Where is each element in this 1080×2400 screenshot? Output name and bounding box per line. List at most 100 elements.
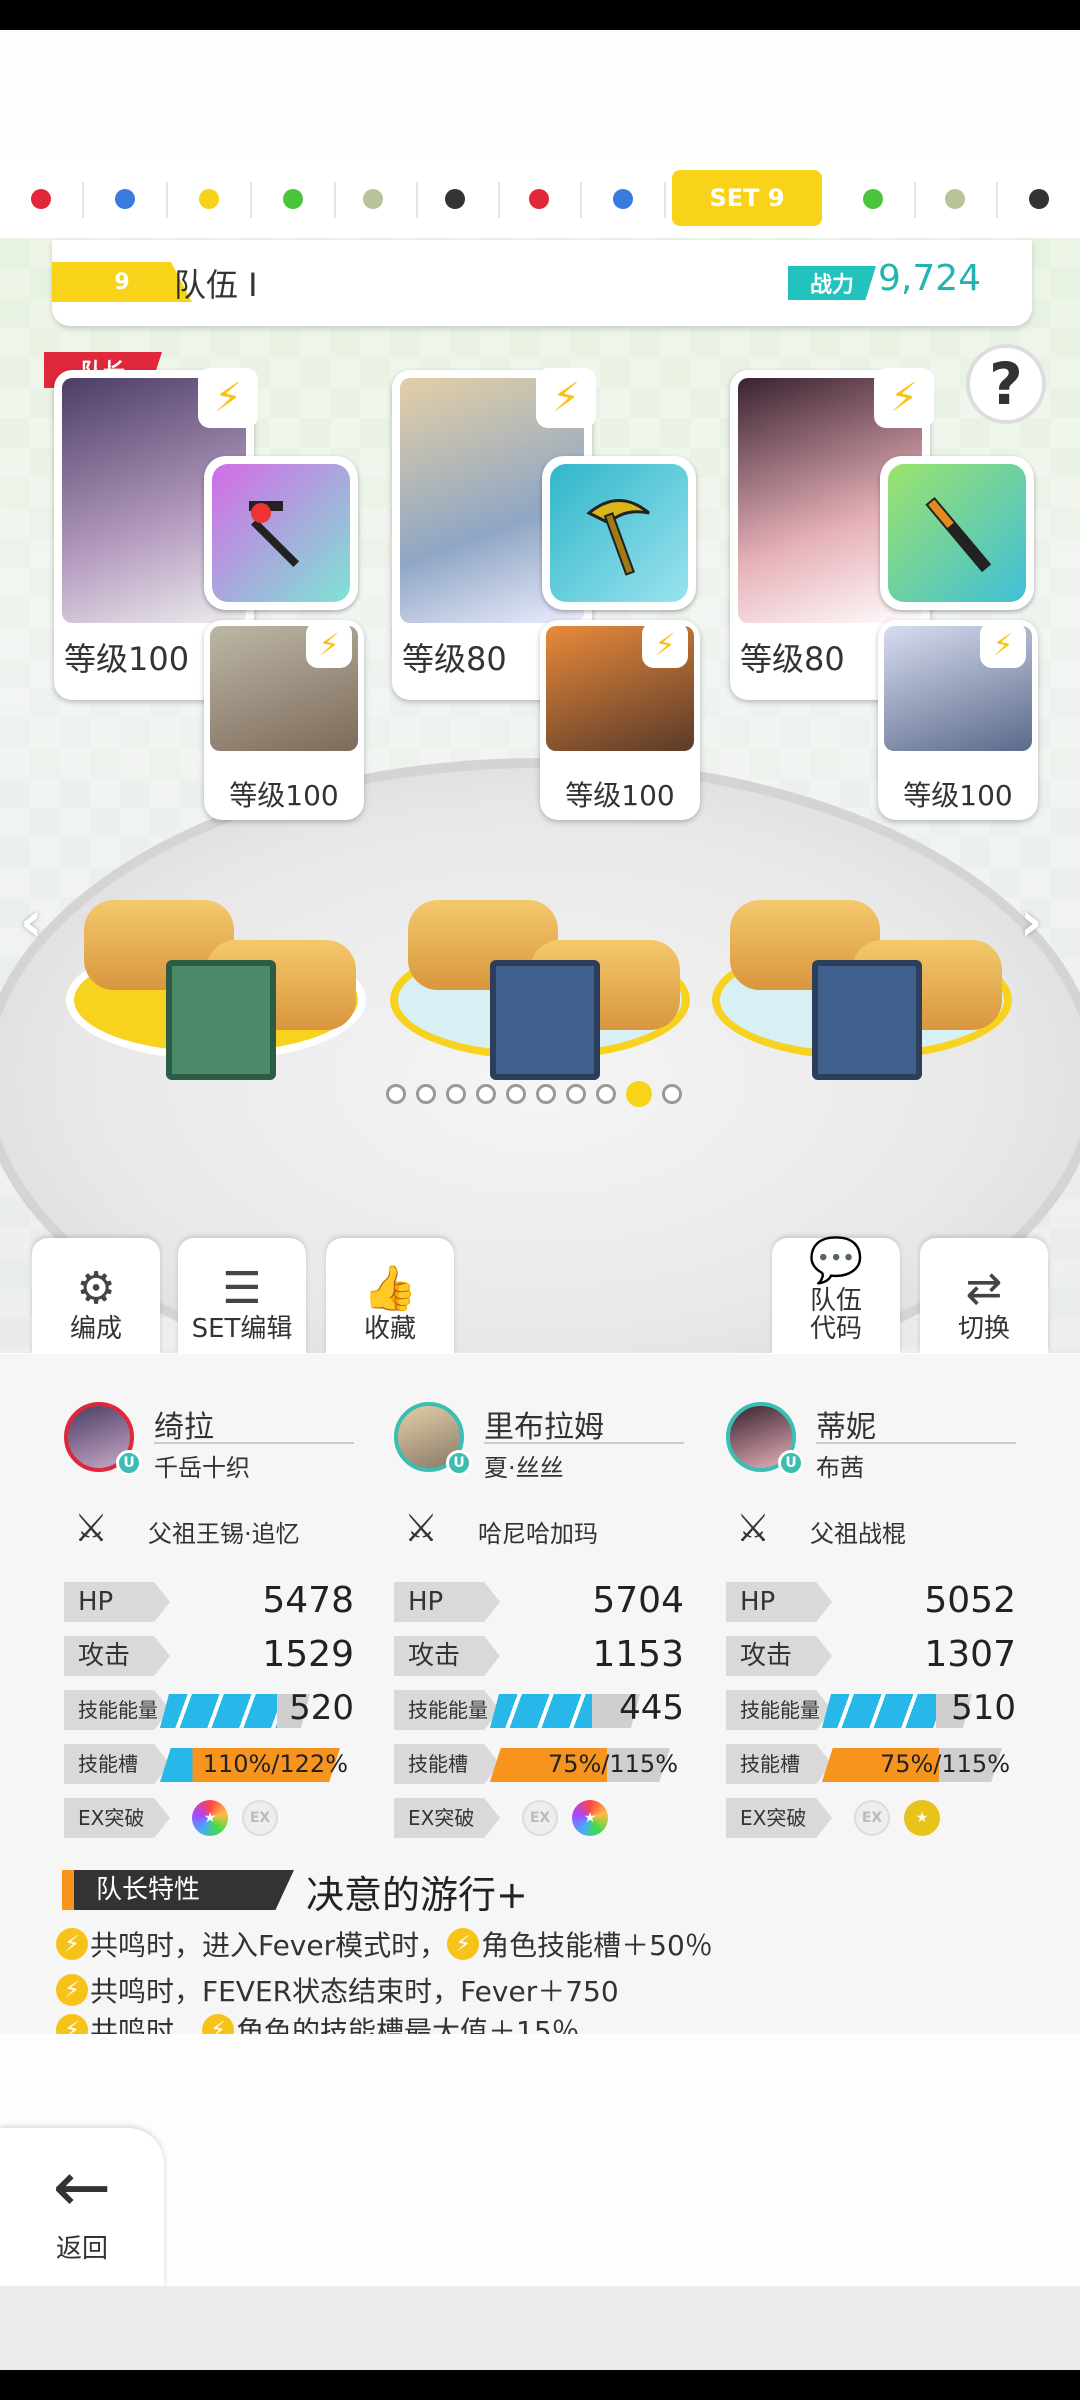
set-tab-11[interactable]	[914, 160, 996, 238]
set-tab-8[interactable]	[582, 160, 664, 238]
weapon-type-icon: ⚔	[404, 1506, 439, 1550]
set-tab-10[interactable]	[832, 160, 914, 238]
slot-label: 技能槽	[64, 1744, 170, 1784]
back-arrow-icon: ←	[52, 2145, 112, 2228]
black-dot-icon	[445, 189, 465, 209]
set-tab-1[interactable]	[0, 160, 82, 238]
screen: SET 9 9 队伍 I 战力 9,724 ? 队长 等级100 等级80 等级…	[0, 0, 1080, 2400]
weapon-type-icon: ⚔	[74, 1506, 109, 1550]
set-tab-7[interactable]	[498, 160, 580, 238]
set-edit-button[interactable]: ☰ SET编辑	[178, 1238, 306, 1354]
hp-value: 5704	[592, 1580, 684, 1621]
page-dot[interactable]	[566, 1084, 586, 1104]
page-dot-active[interactable]	[626, 1081, 652, 1107]
favorite-button[interactable]: 👍 收藏	[326, 1238, 454, 1354]
support-level: 等级100	[565, 779, 675, 812]
ex-label: EX突破	[394, 1798, 500, 1838]
scythe-weapon-icon	[586, 499, 650, 576]
attack-value: 1307	[924, 1634, 1016, 1675]
chat-bubble-icon: 💬	[808, 1234, 864, 1286]
ex-label: EX突破	[64, 1798, 170, 1838]
relic-icon	[166, 960, 276, 1080]
weapon-slot-1[interactable]	[204, 456, 358, 610]
team-name[interactable]: 队伍 I	[174, 260, 258, 306]
page-dot[interactable]	[506, 1084, 526, 1104]
pedestal-1	[66, 880, 366, 1080]
weapon-slot-3[interactable]	[880, 456, 1034, 610]
page-dot[interactable]	[416, 1084, 436, 1104]
lightning-icon: ⚡	[447, 1928, 480, 1960]
status-bar	[0, 0, 1080, 30]
upgrade-badge-icon: U	[116, 1450, 142, 1476]
support-level: 等级100	[903, 779, 1013, 812]
next-team-arrow-icon[interactable]: ›	[1020, 890, 1060, 953]
switch-button[interactable]: ⇄ 切换	[920, 1238, 1048, 1354]
thumbs-up-star-icon: 👍	[362, 1263, 418, 1315]
prev-team-arrow-icon[interactable]: ‹	[20, 890, 60, 953]
lightning-icon: ⚡	[980, 622, 1026, 668]
leader-trait-line-3: ⚡ 共鸣时， ⚡ 角色的技能槽最大值＋15％	[56, 2010, 580, 2034]
bottom-strip	[0, 2286, 1080, 2370]
olive-dot-icon	[945, 189, 965, 209]
ex-rainbow-icon: ★	[572, 1800, 608, 1836]
set-tab-active[interactable]: SET 9	[672, 170, 822, 226]
hp-label: HP	[64, 1582, 170, 1622]
hp-value: 5052	[924, 1580, 1016, 1621]
formation-button[interactable]: ⚙ 编成	[32, 1238, 160, 1354]
power-value: 9,724	[878, 258, 982, 299]
ex-empty-icon: EX	[522, 1800, 558, 1836]
weapon-slot-2[interactable]	[542, 456, 696, 610]
leader-trait-line-1: ⚡ 共鸣时，进入Fever模式时， ⚡ 角色技能槽＋50％	[56, 1924, 713, 1964]
staff-weapon-icon	[249, 501, 300, 568]
page-dot[interactable]	[536, 1084, 556, 1104]
hp-label: HP	[726, 1582, 832, 1622]
set-tab-2[interactable]	[84, 160, 166, 238]
pedestal-2	[390, 880, 690, 1080]
character-level: 等级100	[64, 640, 190, 678]
lightning-icon: ⚡	[56, 1974, 88, 2006]
set-tab-4[interactable]	[252, 160, 334, 238]
leader-trait-label: 队长特性	[62, 1870, 294, 1910]
set-tab-12[interactable]	[998, 160, 1080, 238]
help-button[interactable]: ?	[966, 344, 1046, 424]
weapon-type-icon: ⚔	[736, 1506, 771, 1550]
team-page-indicator	[386, 1081, 682, 1107]
upgrade-badge-icon: U	[446, 1450, 472, 1476]
page-dot[interactable]	[386, 1084, 406, 1104]
page-dot[interactable]	[596, 1084, 616, 1104]
person-gear-icon: ⚙	[76, 1263, 116, 1315]
list-icon: ☰	[222, 1263, 262, 1315]
switch-arrows-icon: ⇄	[965, 1263, 1003, 1315]
team-header: 9 队伍 I 战力 9,724	[52, 240, 1032, 326]
energy-value: 520	[289, 1688, 354, 1728]
slot-label: 技能槽	[394, 1744, 500, 1784]
energy-label: 技能能量	[394, 1690, 500, 1730]
set-tab-6[interactable]	[414, 160, 496, 238]
set-tab-5[interactable]	[332, 160, 414, 238]
support-level: 等级100	[229, 779, 339, 812]
character-name: 绮拉	[154, 1410, 214, 1445]
system-nav-bar	[0, 2370, 1080, 2400]
page-dot[interactable]	[662, 1084, 682, 1104]
blue-dot-icon	[115, 189, 135, 209]
page-dot[interactable]	[446, 1084, 466, 1104]
back-button[interactable]: ← 返回	[0, 2128, 164, 2288]
baton-weapon-icon	[925, 496, 992, 573]
page-dot[interactable]	[476, 1084, 496, 1104]
lightning-icon: ⚡	[202, 2014, 235, 2034]
ex-gold-icon: ★	[904, 1800, 940, 1836]
leader-trait-line-2: ⚡ 共鸣时，FEVER状态结束时，Fever＋750	[56, 1970, 619, 2010]
set-tab-bar	[0, 160, 1080, 238]
attack-value: 1529	[262, 1634, 354, 1675]
power-label: 战力	[788, 266, 876, 300]
team-code-button[interactable]: 💬 队伍 代码	[772, 1238, 900, 1354]
energy-label: 技能能量	[64, 1690, 170, 1730]
lightning-icon: ⚡	[56, 1928, 88, 1960]
attack-label: 攻击	[394, 1636, 500, 1676]
set-tab-3[interactable]	[168, 160, 250, 238]
attack-label: 攻击	[726, 1636, 832, 1676]
olive-dot-icon	[363, 189, 383, 209]
book-icon	[490, 960, 600, 1080]
yellow-dot-icon	[199, 189, 219, 209]
red-dot-icon	[529, 189, 549, 209]
